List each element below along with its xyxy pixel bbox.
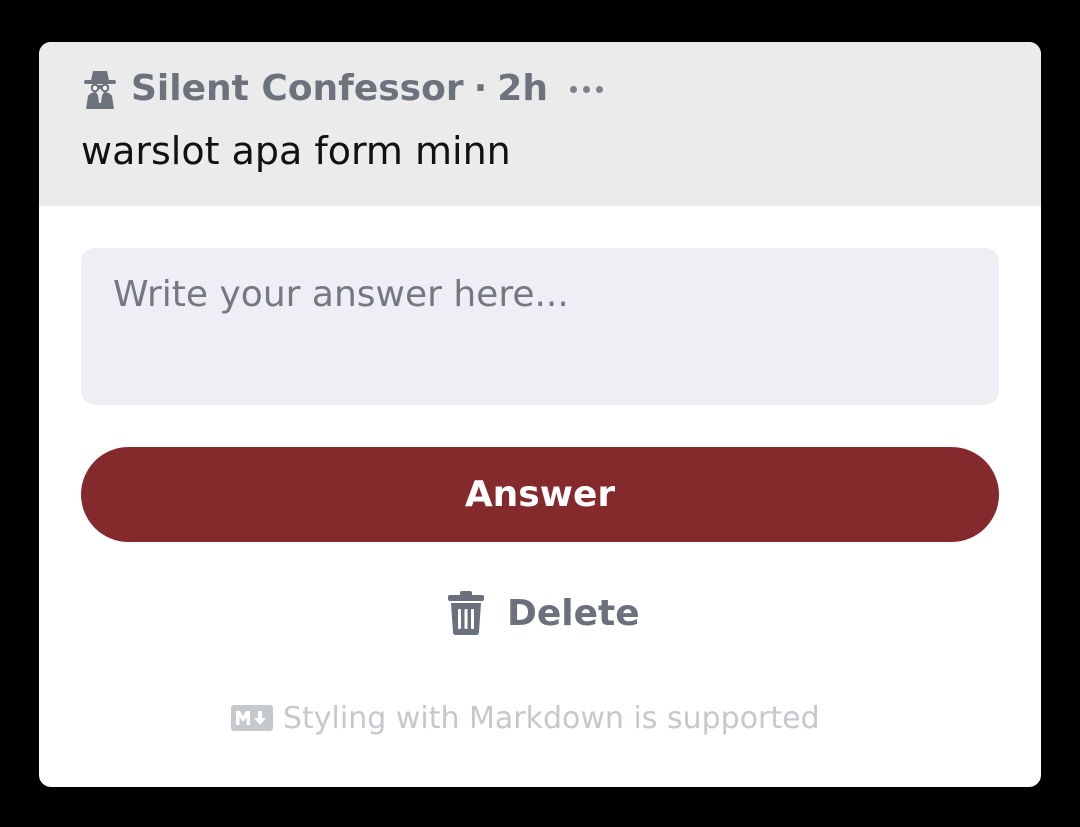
confession-card: Silent Confessor · 2h warslot apa form m… [39,42,1041,787]
answer-button[interactable]: Answer [81,447,999,542]
markdown-hint: Styling with Markdown is supported [231,698,820,738]
post-header: Silent Confessor · 2h warslot apa form m… [39,42,1041,206]
post-timestamp: 2h [497,68,548,109]
markdown-note-text: Styling with Markdown is supported [283,700,820,736]
markdown-icon [231,705,273,731]
incognito-spy-icon [84,71,116,109]
post-meta: Silent Confessor · 2h [81,68,604,110]
ellipsis-icon[interactable] [569,84,604,94]
author-name[interactable]: Silent Confessor [131,68,464,110]
answer-input[interactable] [81,248,999,405]
meta-separator: · [473,68,488,109]
trash-icon [448,591,484,635]
delete-button[interactable]: Delete [447,588,640,638]
delete-label: Delete [507,592,640,634]
post-text: warslot apa form minn [81,129,511,173]
